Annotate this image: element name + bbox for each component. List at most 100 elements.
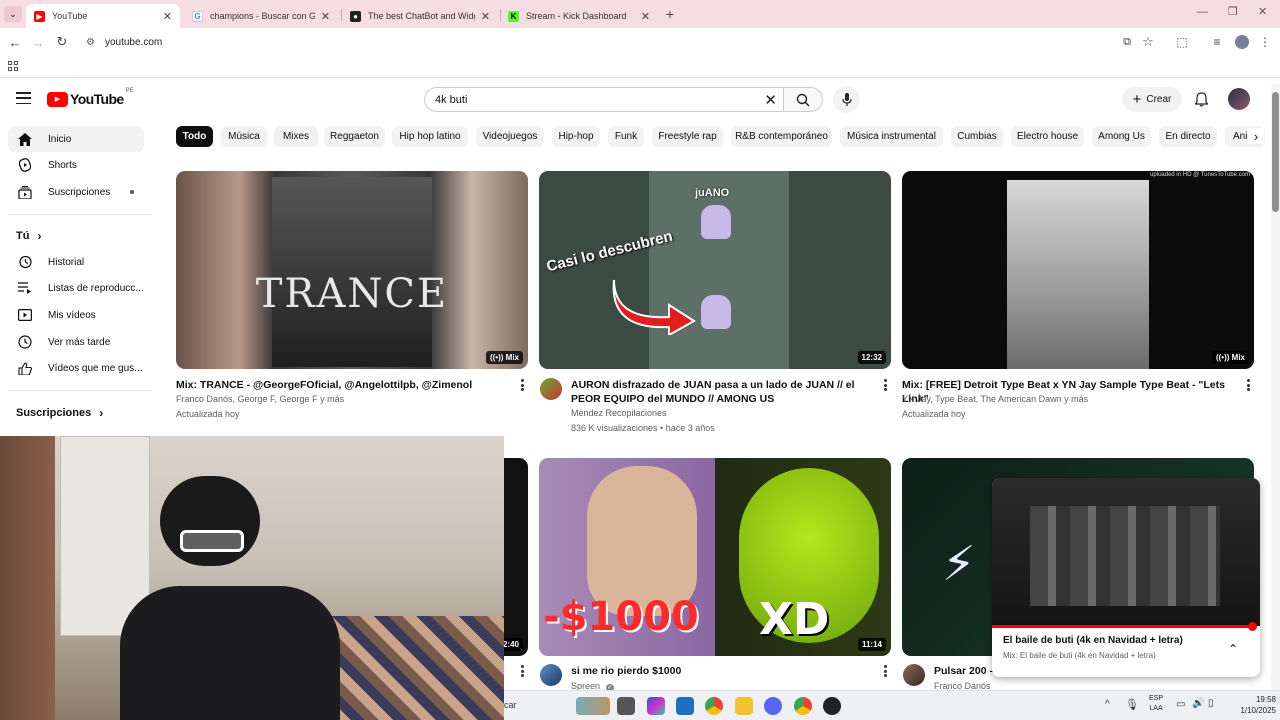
subscriptions-section-header[interactable]: Suscripciones › xyxy=(16,406,103,420)
filter-chip[interactable]: Música instrumental xyxy=(840,126,943,147)
bookmark-star-icon[interactable]: ☆ xyxy=(1139,33,1157,51)
hamburger-menu-icon[interactable] xyxy=(16,92,31,104)
video-title[interactable]: AURON disfrazado de JUAN pasa a un lado … xyxy=(571,378,876,406)
filter-chip[interactable]: Freestyle rap xyxy=(652,126,723,147)
filter-chip[interactable]: Electro house xyxy=(1011,126,1084,147)
extensions-icon[interactable]: ⬚ xyxy=(1173,33,1191,51)
install-app-icon[interactable]: ⧉ xyxy=(1118,33,1136,51)
task-view-icon[interactable] xyxy=(617,697,635,715)
sidebar-item-suscripciones[interactable]: Suscripciones xyxy=(8,179,144,205)
voice-search-button[interactable] xyxy=(833,86,860,113)
close-icon[interactable]: ✕ xyxy=(321,10,330,23)
language-indicator[interactable]: ESP LAA xyxy=(1149,694,1163,714)
video-channels[interactable]: Franco Danós, George F, George F y más xyxy=(176,392,344,407)
search-input[interactable]: 4k buti ✕ xyxy=(424,87,783,112)
video-channel[interactable]: Méndez Recopilaciones xyxy=(571,406,667,421)
chrome-icon[interactable] xyxy=(705,697,723,715)
video-thumbnail[interactable]: juANO Casi lo descubren 12:32 xyxy=(539,171,891,369)
miniplayer-title[interactable]: El baile de buti (4k en Navidad + letra) xyxy=(1003,635,1223,646)
filter-chip[interactable]: Música xyxy=(221,126,267,147)
sidebar-item-listas[interactable]: Listas de reproducc... xyxy=(8,275,144,301)
progress-bar[interactable] xyxy=(992,625,1254,628)
filter-chip[interactable]: Videojuegos xyxy=(476,126,544,147)
channel-avatar[interactable] xyxy=(903,664,925,686)
search-button[interactable] xyxy=(783,87,823,112)
filter-chip[interactable]: En directo xyxy=(1159,126,1217,147)
progress-handle[interactable] xyxy=(1248,622,1257,631)
filter-chip[interactable]: Todo xyxy=(176,126,213,147)
tab-search-button[interactable]: ⌄ xyxy=(4,6,22,22)
tab-kick[interactable]: K Stream - Kick Dashboard ✕ xyxy=(500,4,658,28)
page-scrollbar[interactable] xyxy=(1271,84,1280,690)
filter-chip[interactable]: Mixes xyxy=(274,126,318,147)
clear-search-icon[interactable]: ✕ xyxy=(764,91,777,109)
new-tab-button[interactable]: + xyxy=(662,6,678,22)
sidebar-item-shorts[interactable]: Shorts xyxy=(8,152,144,178)
video-channels[interactable]: YN Jay, Type Beat, The American Dawn y m… xyxy=(902,392,1088,407)
close-icon[interactable]: ✕ xyxy=(481,10,490,23)
video-thumbnail[interactable]: uploaded in HD @ TunesToTube.com ((•)) M… xyxy=(902,171,1254,369)
youtube-logo[interactable]: ▶ YouTube PE xyxy=(47,88,134,107)
chips-next-button[interactable]: › xyxy=(1248,128,1264,144)
taskbar-search[interactable]: car xyxy=(504,696,568,716)
restore-icon[interactable]: ❐ xyxy=(1228,5,1238,18)
sidebar-item-inicio[interactable]: Inicio xyxy=(8,126,144,152)
media-control-icon[interactable]: ≡ xyxy=(1208,33,1226,51)
sidebar-item-mis-videos[interactable]: Mis vídeos xyxy=(8,302,144,328)
filter-chip[interactable]: Hip hop latino xyxy=(392,126,468,147)
profile-avatar[interactable] xyxy=(1235,35,1249,49)
back-arrow-icon[interactable]: ← xyxy=(6,33,24,51)
filter-chip[interactable]: Cumbias xyxy=(951,126,1003,147)
close-icon[interactable]: ✕ xyxy=(641,10,650,23)
close-icon[interactable]: ✕ xyxy=(163,10,172,23)
filter-chip[interactable]: R&B contemporáneo xyxy=(731,126,832,147)
filter-chip[interactable]: Hip-hop xyxy=(552,126,600,147)
filter-chip[interactable]: Among Us xyxy=(1092,126,1151,147)
discord-icon[interactable] xyxy=(764,697,782,715)
video-thumbnail[interactable]: -$1000 XD 11:14 xyxy=(539,458,891,656)
tab-google[interactable]: G champions - Buscar con Google ✕ xyxy=(184,4,338,28)
video-menu-icon[interactable] xyxy=(517,664,527,678)
address-bar[interactable]: ⚙ youtube.com xyxy=(78,31,1108,53)
chevron-up-icon[interactable]: ^ xyxy=(1105,699,1110,710)
channel-avatar[interactable] xyxy=(540,378,562,400)
volume-icon[interactable]: 🔊 xyxy=(1192,698,1204,709)
channel-avatar[interactable] xyxy=(540,664,562,686)
scrollbar-thumb[interactable] xyxy=(1272,92,1279,212)
battery-icon[interactable]: ▯ xyxy=(1208,698,1214,709)
you-section-header[interactable]: Tú › xyxy=(16,229,41,243)
sidebar-item-videos-gustan[interactable]: Vídeos que me gus... xyxy=(8,355,144,381)
minimize-icon[interactable]: — xyxy=(1197,6,1208,18)
microphone-tray-icon[interactable]: 🎙 xyxy=(1125,698,1139,711)
chrome-profile-icon[interactable] xyxy=(794,697,812,715)
chevron-up-icon[interactable]: ⌃ xyxy=(1228,642,1238,656)
window-close-icon[interactable]: ✕ xyxy=(1258,5,1267,18)
miniplayer-video[interactable] xyxy=(992,478,1260,626)
video-menu-icon[interactable] xyxy=(517,378,527,392)
video-menu-icon[interactable] xyxy=(880,664,890,678)
tab-chatbot[interactable]: ● The best ChatBot and Widgets ✕ xyxy=(342,4,498,28)
filter-chip[interactable]: Reggaeton xyxy=(324,126,385,147)
clock[interactable]: 19:58 1/10/2025 xyxy=(1224,694,1276,716)
video-menu-icon[interactable] xyxy=(880,378,890,392)
video-menu-icon[interactable] xyxy=(1243,378,1253,392)
copilot-icon[interactable] xyxy=(647,697,665,715)
tab-youtube[interactable]: ▶ YouTube ✕ xyxy=(26,4,180,28)
apps-grid-icon[interactable] xyxy=(8,61,18,71)
store-icon[interactable] xyxy=(676,697,694,715)
more-menu-icon[interactable]: ⋮ xyxy=(1256,33,1274,51)
site-info-icon[interactable]: ⚙ xyxy=(86,37,95,48)
notifications-button[interactable] xyxy=(1192,90,1210,108)
account-avatar[interactable] xyxy=(1228,88,1250,110)
file-explorer-icon[interactable] xyxy=(735,697,753,715)
network-icon[interactable]: ▭ xyxy=(1176,699,1185,710)
create-button[interactable]: + Crear xyxy=(1122,87,1182,112)
search-highlight-icon[interactable] xyxy=(576,697,610,715)
sidebar-item-ver-mas-tarde[interactable]: Ver más tarde xyxy=(8,329,144,355)
obs-icon[interactable] xyxy=(823,697,841,715)
reload-icon[interactable]: ↻ xyxy=(53,33,71,51)
forward-arrow-icon[interactable]: → xyxy=(29,33,47,51)
miniplayer[interactable]: El baile de buti (4k en Navidad + letra)… xyxy=(992,478,1260,677)
sidebar-item-historial[interactable]: Historial xyxy=(8,249,144,275)
video-title[interactable]: Mix: TRANCE - @GeorgeFOficial, @Angelott… xyxy=(176,378,506,392)
